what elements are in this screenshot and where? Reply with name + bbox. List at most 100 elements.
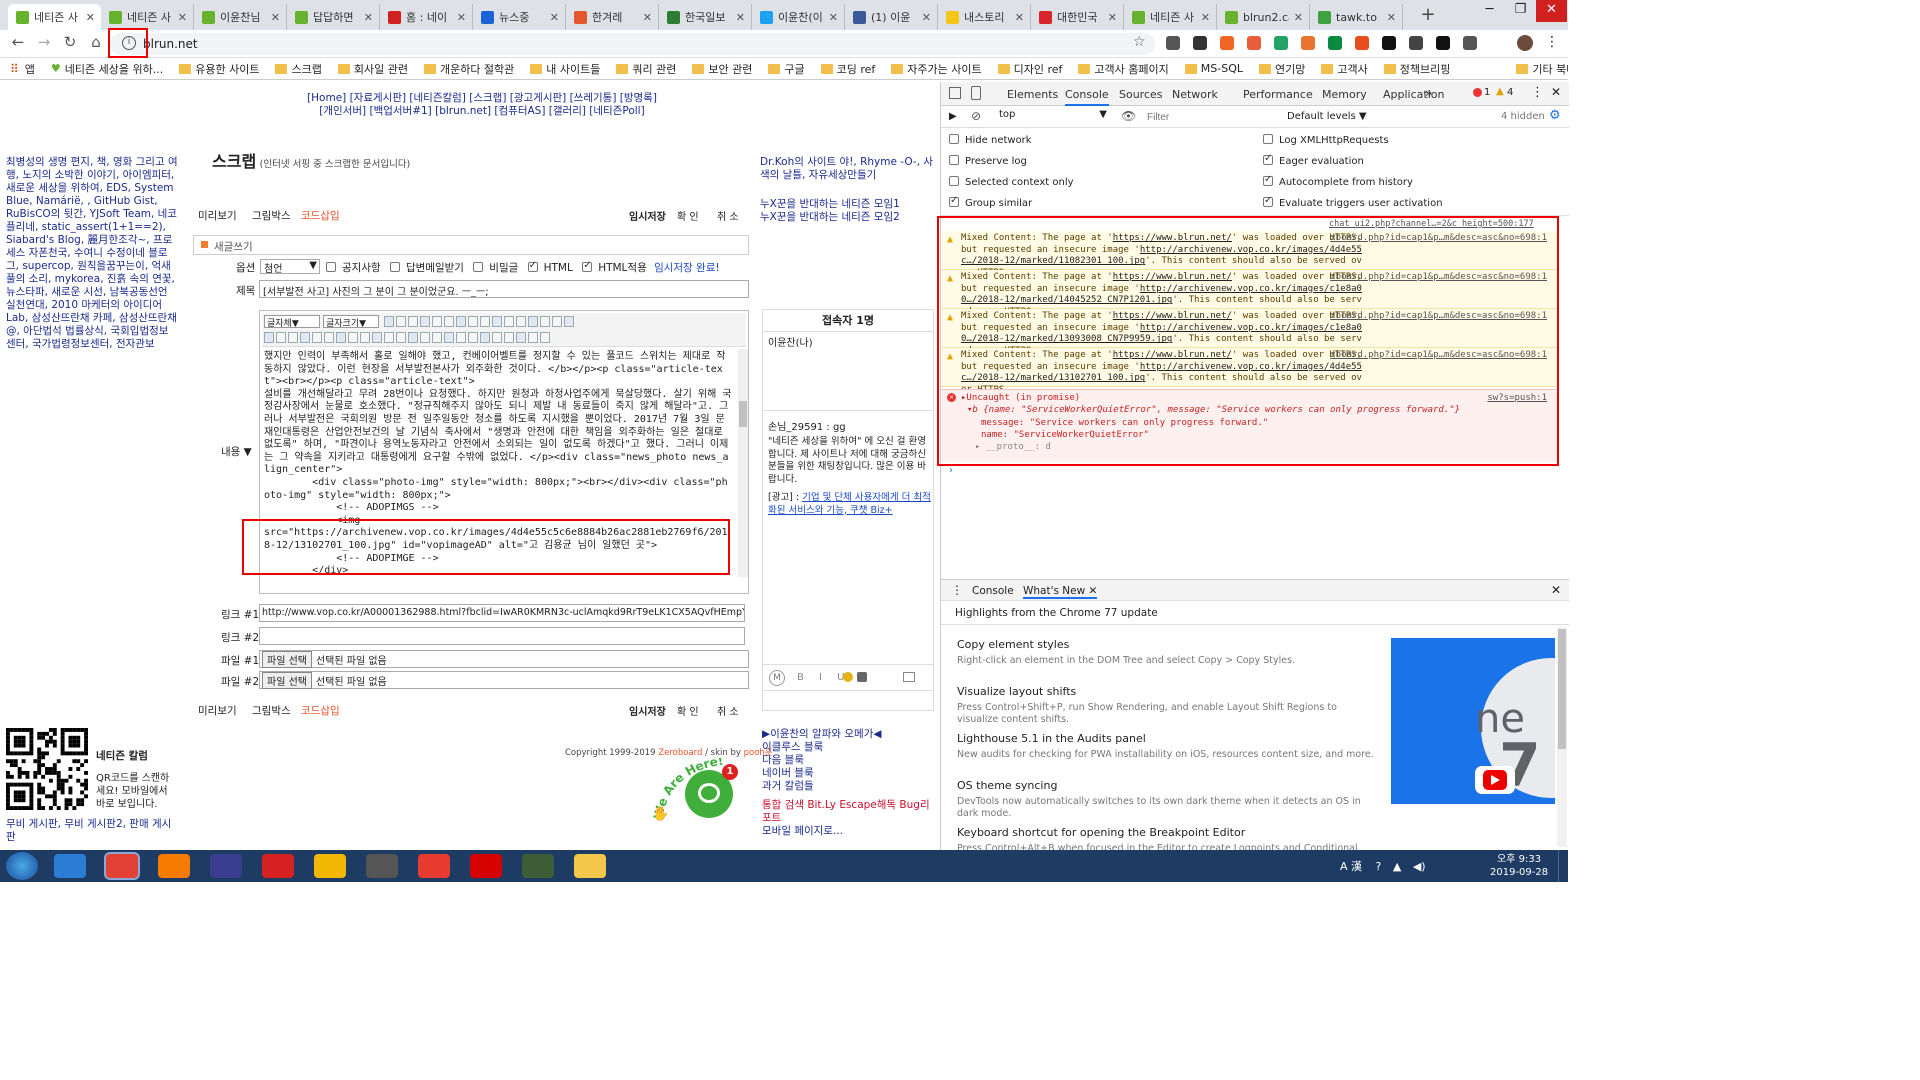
setting-checkbox[interactable] xyxy=(949,134,959,144)
extension-icon[interactable] xyxy=(1382,36,1396,50)
editor-tool-icon[interactable] xyxy=(276,332,286,343)
link2-input[interactable] xyxy=(259,627,745,645)
close-drawer-icon[interactable]: ✕ xyxy=(1551,583,1561,597)
show-desktop-button[interactable] xyxy=(1558,850,1568,882)
extension-icon[interactable] xyxy=(1193,36,1207,50)
setting-row[interactable]: Autocomplete from history xyxy=(1263,174,1413,188)
tab-11[interactable]: 대한민국 ✕ xyxy=(1031,4,1124,30)
levels-select[interactable]: Default levels ▼ xyxy=(1287,111,1367,122)
clock-date[interactable]: 2019-09-28 xyxy=(1490,866,1548,879)
editor-tool-icon[interactable] xyxy=(456,332,466,343)
confirm-button[interactable]: 확 인 xyxy=(677,208,699,223)
extension-icon[interactable] xyxy=(1301,36,1315,50)
ie-icon[interactable] xyxy=(54,854,86,878)
tab-5[interactable]: 뉴스중 ✕ xyxy=(473,4,566,30)
grimbox-link-bottom[interactable]: 그림박스 xyxy=(252,703,291,718)
confirm-button-bottom[interactable]: 확 인 xyxy=(677,703,699,718)
tab-0[interactable]: 네티즌 사 ✕ xyxy=(8,4,101,30)
bookmark-item[interactable]: 내 사이트들 xyxy=(530,61,600,77)
close-tab-icon[interactable]: ✕ xyxy=(457,11,466,24)
editor-tool-icon[interactable] xyxy=(420,316,430,327)
devtools-tab-memory[interactable]: Memory xyxy=(1322,88,1367,101)
temp-save-button[interactable]: 임시저장 xyxy=(629,208,666,223)
setting-row[interactable]: Selected context only xyxy=(949,176,1074,188)
close-window-button[interactable]: ✕ xyxy=(1536,0,1567,22)
bookmark-item[interactable]: 연기망 xyxy=(1258,61,1305,77)
editor-tool-icon[interactable] xyxy=(288,332,298,343)
tab-6[interactable]: 한겨레 ✕ xyxy=(566,4,659,30)
setting-checkbox[interactable] xyxy=(1263,174,1273,186)
bookmark-star-icon[interactable]: ☆ xyxy=(1133,34,1146,50)
editor-tool-icon[interactable] xyxy=(372,332,382,343)
editor-tool-icon[interactable] xyxy=(528,316,538,327)
editor-scrollbar[interactable] xyxy=(738,349,748,577)
bookmark-item[interactable]: 코딩 ref xyxy=(820,61,875,77)
top-nav-links[interactable]: [Home] [자료게시판] [네티즌칼럼] [스크랩] [광고게시판] [쓰레… xyxy=(292,92,672,105)
tab-1[interactable]: 네티즌 사 ✕ xyxy=(101,4,194,30)
setting-checkbox[interactable] xyxy=(1263,134,1273,144)
opera-icon[interactable] xyxy=(262,854,294,878)
editor-tool-icon[interactable] xyxy=(468,332,478,343)
close-tab-icon[interactable]: ✕ xyxy=(922,11,931,24)
kebab-menu-icon[interactable]: ⋮ xyxy=(1531,85,1544,100)
editor-tool-icon[interactable] xyxy=(540,316,550,327)
grimbox-link[interactable]: 그림박스 xyxy=(252,208,291,223)
extension-icon[interactable] xyxy=(1247,36,1261,50)
file2-button[interactable]: 파일 선택 xyxy=(262,671,312,689)
editor-tool-icon[interactable] xyxy=(336,332,346,343)
editor-tool-icon[interactable] xyxy=(480,332,490,343)
close-tab-icon[interactable]: ✕ xyxy=(550,11,559,24)
bookmark-item[interactable]: 회사일 관련 xyxy=(337,61,408,77)
right-bottom-link[interactable]: ▶이윤찬의 알파와 오메가◀ xyxy=(762,728,932,741)
cancel-button[interactable]: 취 소 xyxy=(717,208,739,223)
preview-link[interactable]: 미리보기 xyxy=(198,208,237,223)
volume-icon[interactable]: ◀) xyxy=(1413,860,1426,873)
extension-icon[interactable] xyxy=(1436,36,1450,50)
setting-row[interactable]: Group similar xyxy=(949,195,1032,209)
warning-count[interactable]: 4 xyxy=(1507,87,1513,98)
close-tab-icon[interactable]: ✕ xyxy=(86,11,95,24)
close-tab-icon[interactable]: ✕ xyxy=(736,11,745,24)
more-tabs-icon[interactable]: » xyxy=(1425,86,1432,100)
new-tab-button[interactable]: + xyxy=(1417,6,1439,26)
close-tab-icon[interactable]: ✕ xyxy=(271,11,280,24)
scrollbar-thumb[interactable] xyxy=(739,401,747,427)
minimize-button[interactable]: ─ xyxy=(1474,0,1505,22)
clock-time[interactable]: 오후 9:33 xyxy=(1490,853,1548,866)
chrome-icon[interactable] xyxy=(106,854,138,878)
folder-icon[interactable] xyxy=(574,854,606,878)
close-tab-icon[interactable]: ✕ xyxy=(1201,11,1210,24)
editor-tool-icon[interactable] xyxy=(264,332,274,343)
close-tab-icon[interactable]: ✕ xyxy=(1108,11,1117,24)
extension-icon[interactable] xyxy=(1166,36,1180,50)
cancel-button-bottom[interactable]: 취 소 xyxy=(717,703,739,718)
zeroboard-link[interactable]: Zeroboard xyxy=(658,748,702,758)
html-checkbox[interactable] xyxy=(527,260,538,272)
device-icon[interactable] xyxy=(971,86,981,100)
extension-icon[interactable] xyxy=(1409,36,1423,50)
url-text[interactable]: blrun.net xyxy=(143,37,198,51)
whats-new-item[interactable]: Lighthouse 5.1 in the Audits panel New au… xyxy=(957,732,1377,761)
top-nav-links-2[interactable]: [개인서버] [백업서버#1] [blrun.net] [컴퓨터AS] [갤러리… xyxy=(292,105,672,118)
link1-input[interactable]: http://www.vop.co.kr/A00001362988.html?f… xyxy=(259,604,745,622)
record-icon[interactable] xyxy=(470,854,502,878)
secret-checkbox[interactable] xyxy=(473,262,484,272)
bottom-left-links[interactable]: 무비 게시판, 무비 게시판2, 판매 게시판 xyxy=(6,818,178,844)
close-tab-icon[interactable]: ✕ xyxy=(1387,11,1396,24)
tab-9[interactable]: (1) 이윤 ✕ xyxy=(845,4,938,30)
right-bottom-link[interactable]: 이클루스 블룩 xyxy=(762,741,932,754)
left-links[interactable]: 최병성의 생명 편지, 책, 영화 그리고 여행, 노지의 소박한 이야기, 아… xyxy=(6,156,178,351)
right-top-links[interactable]: Dr.Koh의 사이트 야!, Rhyme -O-, 사색의 날틀, 자유세상만… xyxy=(760,156,935,182)
maximize-button[interactable]: ❐ xyxy=(1505,0,1536,22)
code-insert-link-bottom[interactable]: 코드삽입 xyxy=(301,703,340,718)
back-icon[interactable]: ← xyxy=(8,32,28,52)
bookmark-item[interactable]: 디자인 ref xyxy=(997,61,1062,77)
editor-tool-icon[interactable] xyxy=(516,332,526,343)
bookmark-item[interactable]: 스크랩 xyxy=(275,61,322,77)
setting-checkbox[interactable] xyxy=(1263,195,1273,207)
smile-icon[interactable] xyxy=(843,672,853,682)
editor-tool-icon[interactable] xyxy=(504,316,514,327)
start-button[interactable] xyxy=(6,852,38,880)
editor-tool-icon[interactable] xyxy=(432,316,442,327)
bookmark-item[interactable]: MS-SQL xyxy=(1184,62,1243,75)
